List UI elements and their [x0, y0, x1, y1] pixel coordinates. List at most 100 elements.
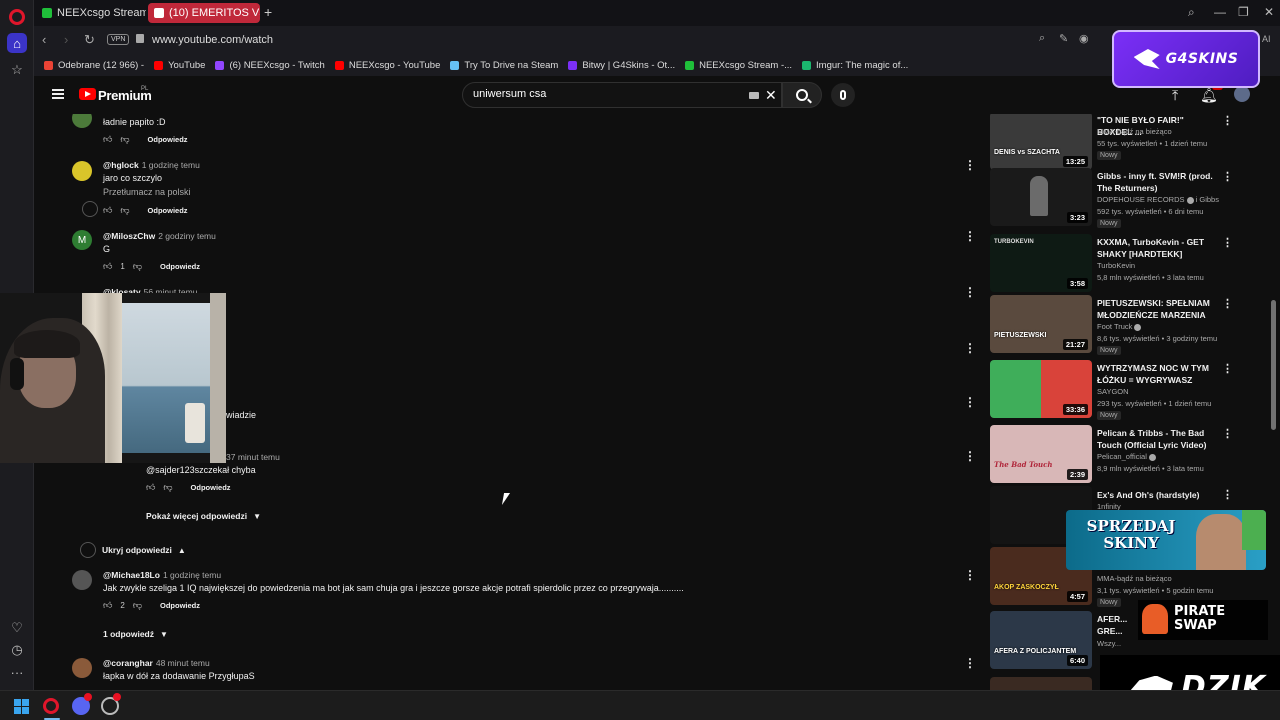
home-icon[interactable]: ⌂ — [7, 33, 27, 53]
comment-time[interactable]: 2 godziny temu — [158, 231, 216, 241]
video-menu-icon[interactable]: ⋮ — [1222, 170, 1233, 183]
video-title[interactable]: Ex's And Oh's (hardstyle) — [1097, 489, 1221, 501]
menu-icon[interactable] — [52, 89, 64, 99]
video-menu-icon[interactable]: ⋮ — [1222, 362, 1233, 375]
video-menu-icon[interactable]: ⋮ — [1222, 114, 1233, 127]
author-name[interactable]: @MiloszChw — [103, 231, 155, 241]
keyboard-icon[interactable] — [749, 92, 759, 99]
reply-button[interactable]: Odpowiedz — [148, 206, 188, 215]
view-replies-button[interactable]: 1 odpowiedź ▼ — [103, 629, 168, 639]
video-thumbnail[interactable]: 33:36 — [990, 360, 1092, 418]
video-thumbnail[interactable]: The Bad Touch 2:39 — [990, 425, 1092, 483]
bookmark-steam[interactable]: Try To Drive na Steam — [450, 60, 558, 71]
search-input[interactable] — [473, 88, 723, 100]
channel-name[interactable]: Pelican_official — [1097, 452, 1156, 461]
windows-start-icon[interactable] — [14, 699, 29, 714]
like-icon[interactable]: 👍︎ — [103, 205, 112, 216]
bookmark-gmail[interactable]: Odebrane (12 966) - — [44, 60, 144, 71]
maximize-icon[interactable]: ❐ — [1238, 5, 1249, 19]
author-name[interactable]: @coranghar — [103, 658, 153, 668]
voice-search-button[interactable] — [831, 83, 855, 107]
back-icon[interactable]: ‹ — [42, 32, 46, 47]
reply-button[interactable]: Odpowiedz — [148, 135, 188, 144]
video-menu-icon[interactable]: ⋮ — [1222, 236, 1233, 249]
video-item[interactable]: PIETUSZEWSKI 21:27 PIETUSZEWSKI: SPEŁNIA… — [990, 295, 1233, 357]
show-more-replies-button[interactable]: Pokaż więcej odpowiedzi ▼ — [146, 511, 261, 521]
channel-name[interactable]: MMA-bądź na bieżąco — [1097, 127, 1172, 136]
video-menu-icon[interactable]: ⋮ — [1222, 297, 1233, 310]
channel-name[interactable]: Foot Truck — [1097, 322, 1142, 331]
comment-time[interactable]: 1 godzinę temu — [142, 160, 200, 170]
video-title[interactable]: WYTRZYMASZ NOC W TYM ŁÓŻKU = WYGRYWASZ — [1097, 362, 1221, 386]
channel-label[interactable]: Foot Truck — [1097, 322, 1132, 331]
video-menu-icon[interactable]: ⋮ — [1222, 427, 1233, 440]
lock-icon[interactable] — [136, 34, 144, 43]
reload-icon[interactable]: ↻ — [84, 32, 95, 48]
comment-author[interactable]: @coranghar 48 minut temu — [103, 658, 210, 668]
channel-name[interactable]: TurboKevin — [1097, 261, 1135, 270]
comment-menu-icon[interactable]: ⋮ — [964, 159, 976, 171]
search-button[interactable] — [782, 82, 822, 108]
comment-menu-icon[interactable]: ⋮ — [964, 450, 976, 462]
bookmark-youtube[interactable]: YouTube — [154, 60, 205, 71]
video-title[interactable]: AFER... GRE... — [1097, 613, 1137, 637]
search-box[interactable]: ✕ — [462, 82, 782, 108]
dislike-icon[interactable]: 👎︎ — [120, 134, 129, 145]
comment-menu-icon[interactable]: ⋮ — [964, 230, 976, 242]
scrollbar[interactable] — [1271, 300, 1276, 430]
clear-search-icon[interactable]: ✕ — [765, 87, 777, 104]
like-icon[interactable]: 👍︎ — [103, 134, 112, 145]
video-title[interactable]: Gibbs - inny ft. SVM!R (prod. The Return… — [1097, 170, 1221, 194]
hide-replies-button[interactable]: Ukryj odpowiedzi ▲ — [80, 542, 186, 558]
video-item[interactable]: The Bad Touch 2:39 Pelican & Tribbs - Th… — [990, 425, 1233, 487]
reply-button[interactable]: Odpowiedz — [160, 601, 200, 610]
channel-label[interactable]: Pelican_official — [1097, 452, 1147, 461]
video-title[interactable]: PIETUSZEWSKI: SPEŁNIAM MŁODZIEŃCZE MARZE… — [1097, 297, 1221, 321]
reply-button[interactable]: Odpowiedz — [191, 483, 231, 492]
opera-logo[interactable] — [9, 9, 25, 25]
video-item[interactable]: 33:36 WYTRZYMASZ NOC W TYM ŁÓŻKU = WYGRY… — [990, 360, 1233, 422]
upload-icon[interactable]: ⤒ — [1172, 87, 1178, 104]
comment-author[interactable]: @hglock 1 godzinę temu — [103, 160, 200, 170]
author-name[interactable]: @Michae18Lo — [103, 570, 160, 580]
avatar[interactable] — [72, 114, 92, 128]
channel-extra[interactable]: i Gibbs — [1196, 195, 1219, 204]
vpn-badge[interactable]: VPN — [107, 34, 130, 45]
close-icon[interactable]: ✕ — [1264, 5, 1274, 19]
like-icon[interactable]: 👍︎ — [103, 600, 112, 611]
star-icon[interactable]: ☆ — [7, 60, 27, 80]
avatar[interactable] — [72, 570, 92, 590]
video-thumbnail[interactable]: TURBOKEVIN 3:58 — [990, 234, 1092, 292]
channel-name[interactable]: DOPEHOUSE RECORDS i Gibbs — [1097, 195, 1219, 204]
minimize-icon[interactable]: — — [1214, 5, 1226, 19]
comment-menu-icon[interactable]: ⋮ — [964, 569, 976, 581]
camera-icon[interactable]: ◉ — [1079, 32, 1089, 45]
author-name[interactable]: @hglock — [103, 160, 139, 170]
comment-author[interactable]: @MiloszChw 2 godziny temu — [103, 231, 216, 241]
video-menu-icon[interactable]: ⋮ — [1222, 488, 1233, 501]
translate-link[interactable]: Przetłumacz na polski — [103, 187, 191, 197]
comment-menu-icon[interactable]: ⋮ — [964, 286, 976, 298]
ai-label[interactable]: AI — [1262, 34, 1271, 44]
find-icon[interactable]: ⌕ — [1039, 32, 1045, 45]
forward-icon[interactable]: › — [64, 32, 68, 47]
avatar[interactable] — [72, 658, 92, 678]
comment-time[interactable]: 48 minut temu — [156, 658, 210, 668]
dislike-icon[interactable]: 👎︎ — [120, 205, 129, 216]
channel-name[interactable]: Wszy... — [1097, 639, 1121, 648]
tab-neex-stream[interactable]: NEEXcsgo Stream - Watch — [36, 3, 146, 23]
new-tab-icon[interactable]: + — [264, 4, 272, 20]
video-thumbnail[interactable]: AFERA Z POLICJANTEM 6:40 — [990, 611, 1092, 669]
bookmark-imgur[interactable]: Imgur: The magic of... — [802, 60, 908, 71]
video-item[interactable]: TURBOKEVIN 3:58 KXXMA, TurboKevin - GET … — [990, 234, 1233, 296]
video-item[interactable]: 3:23 Gibbs - inny ft. SVM!R (prod. The R… — [990, 168, 1233, 230]
channel-label[interactable]: DOPEHOUSE RECORDS — [1097, 195, 1185, 204]
dislike-icon[interactable]: 👎︎ — [163, 482, 172, 493]
youtube-logo-icon[interactable] — [79, 88, 96, 100]
url-field[interactable]: www.youtube.com/watch — [152, 34, 273, 46]
channel-name[interactable]: MMA-bądź na bieżąco — [1097, 574, 1172, 583]
video-title[interactable]: Pelican & Tribbs - The Bad Touch (Offici… — [1097, 427, 1221, 451]
opera-taskbar-icon[interactable] — [43, 698, 59, 714]
comment-menu-icon[interactable]: ⋮ — [964, 342, 976, 354]
clock-icon[interactable]: ◷ — [7, 640, 27, 660]
